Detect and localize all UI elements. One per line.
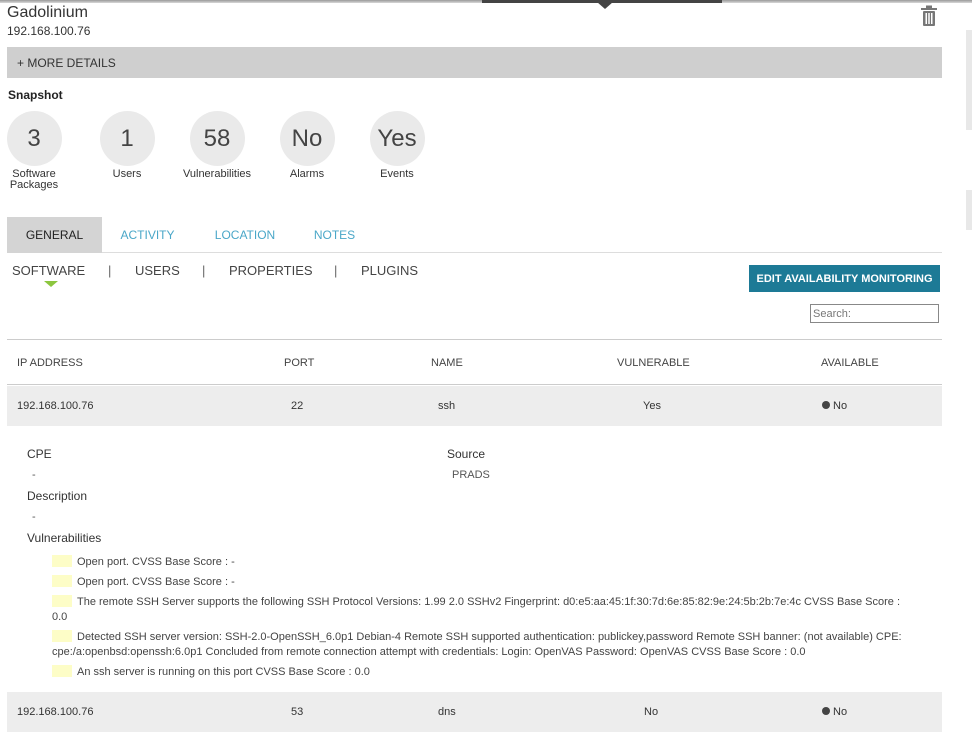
stat-users: 1 Users — [87, 111, 167, 180]
source-value: PRADS — [452, 469, 490, 481]
stat-value: No — [279, 111, 335, 166]
status-dot-icon — [822, 401, 830, 409]
vuln-marker — [52, 555, 72, 567]
vuln-marker — [52, 575, 72, 587]
subnav-software[interactable]: SOFTWARE — [12, 263, 85, 278]
cpe-label: CPE — [27, 447, 52, 461]
stat-alarms: No Alarms — [267, 111, 347, 180]
active-subnav-arrow-icon — [44, 281, 58, 287]
source-label: Source — [447, 447, 486, 461]
vulnerability-item: Detected SSH server version: SSH-2.0-Ope… — [52, 630, 922, 660]
description-value: - — [32, 511, 36, 523]
tab-location[interactable]: LOCATION — [205, 217, 285, 253]
available-value: No — [833, 400, 848, 412]
column-header-name[interactable]: NAME — [431, 357, 463, 369]
stat-events: Yes Events — [357, 111, 437, 180]
stat-software-packages: 3 Software Packages — [0, 111, 74, 191]
vuln-text: An ssh server is running on this port CV… — [77, 666, 370, 678]
cell-port: 22 — [291, 400, 304, 412]
status-dot-icon — [822, 707, 830, 715]
asset-ip: 192.168.100.76 — [7, 24, 91, 38]
snapshot-heading: Snapshot — [8, 88, 63, 102]
cell-available: No — [822, 400, 847, 412]
cell-ip: 192.168.100.76 — [17, 706, 94, 718]
cell-name: ssh — [438, 400, 456, 412]
stat-label: Users — [112, 168, 142, 180]
vulnerabilities-label: Vulnerabilities — [27, 531, 102, 545]
stat-label: Vulnerabilities — [182, 168, 252, 180]
vulnerability-item: Open port. CVSS Base Score : - — [52, 555, 932, 570]
cell-vulnerable: No — [644, 706, 659, 718]
top-notch-icon — [597, 2, 613, 9]
vuln-text: Detected SSH server version: SSH-2.0-Ope… — [52, 631, 902, 658]
scroll-edge — [966, 190, 972, 230]
vuln-text: Open port. CVSS Base Score : - — [77, 556, 235, 568]
search-input[interactable] — [810, 304, 939, 323]
column-header-vulnerable[interactable]: VULNERABLE — [617, 357, 690, 369]
available-value: No — [833, 706, 848, 718]
edit-availability-monitoring-button[interactable]: EDIT AVAILABILITY MONITORING — [749, 265, 940, 292]
stat-vulnerabilities: 58 Vulnerabilities — [177, 111, 257, 180]
cell-available: No — [822, 706, 847, 718]
stat-label: Events — [380, 168, 414, 180]
stat-value: 1 — [99, 111, 155, 166]
tab-bar: GENERAL ACTIVITY LOCATION NOTES — [7, 217, 942, 253]
subnav-plugins[interactable]: PLUGINS — [361, 263, 418, 278]
description-label: Description — [27, 489, 88, 503]
column-header-available[interactable]: AVAILABLE — [821, 357, 879, 369]
vuln-text: Open port. CVSS Base Score : - — [77, 576, 235, 588]
stat-value: Yes — [369, 111, 425, 166]
vulnerability-item: Open port. CVSS Base Score : - — [52, 575, 932, 590]
stat-value: 58 — [189, 111, 245, 166]
asset-title: Gadolinium — [7, 4, 88, 21]
tab-notes[interactable]: NOTES — [307, 217, 362, 253]
vuln-marker — [52, 630, 72, 642]
trash-icon[interactable] — [920, 5, 938, 27]
subnav-separator: | — [108, 263, 112, 278]
cell-name: dns — [438, 706, 456, 718]
vuln-marker — [52, 595, 72, 607]
vuln-marker — [52, 665, 72, 677]
vulnerability-item: An ssh server is running on this port CV… — [52, 665, 932, 680]
cell-ip: 192.168.100.76 — [17, 400, 94, 412]
cell-port: 53 — [291, 706, 304, 718]
cpe-value: - — [32, 469, 36, 481]
subnav-separator: | — [334, 263, 338, 278]
column-header-port[interactable]: PORT — [284, 357, 314, 369]
stat-label: Software Packages — [9, 168, 59, 191]
table-row[interactable]: 192.168.100.76 22 ssh Yes No — [7, 386, 942, 426]
tab-general[interactable]: GENERAL — [7, 217, 102, 253]
column-header-ip-address[interactable]: IP ADDRESS — [17, 357, 83, 369]
subnav-users[interactable]: USERS — [135, 263, 180, 278]
stat-value: 3 — [6, 111, 62, 166]
subnav-properties[interactable]: PROPERTIES — [229, 263, 313, 278]
subnav-separator: | — [202, 263, 206, 278]
more-details-toggle[interactable]: + MORE DETAILS — [7, 47, 942, 78]
table-row[interactable]: 192.168.100.76 53 dns No No — [7, 692, 942, 732]
vuln-text: The remote SSH Server supports the follo… — [52, 596, 901, 623]
cell-vulnerable: Yes — [643, 400, 661, 412]
tab-activity[interactable]: ACTIVITY — [110, 217, 185, 253]
table-header: IP ADDRESS PORT NAME VULNERABLE AVAILABL… — [7, 339, 942, 385]
stat-label: Alarms — [289, 168, 325, 180]
vulnerability-item: The remote SSH Server supports the follo… — [52, 595, 912, 625]
top-bar — [0, 0, 972, 9]
scroll-edge — [966, 30, 972, 130]
